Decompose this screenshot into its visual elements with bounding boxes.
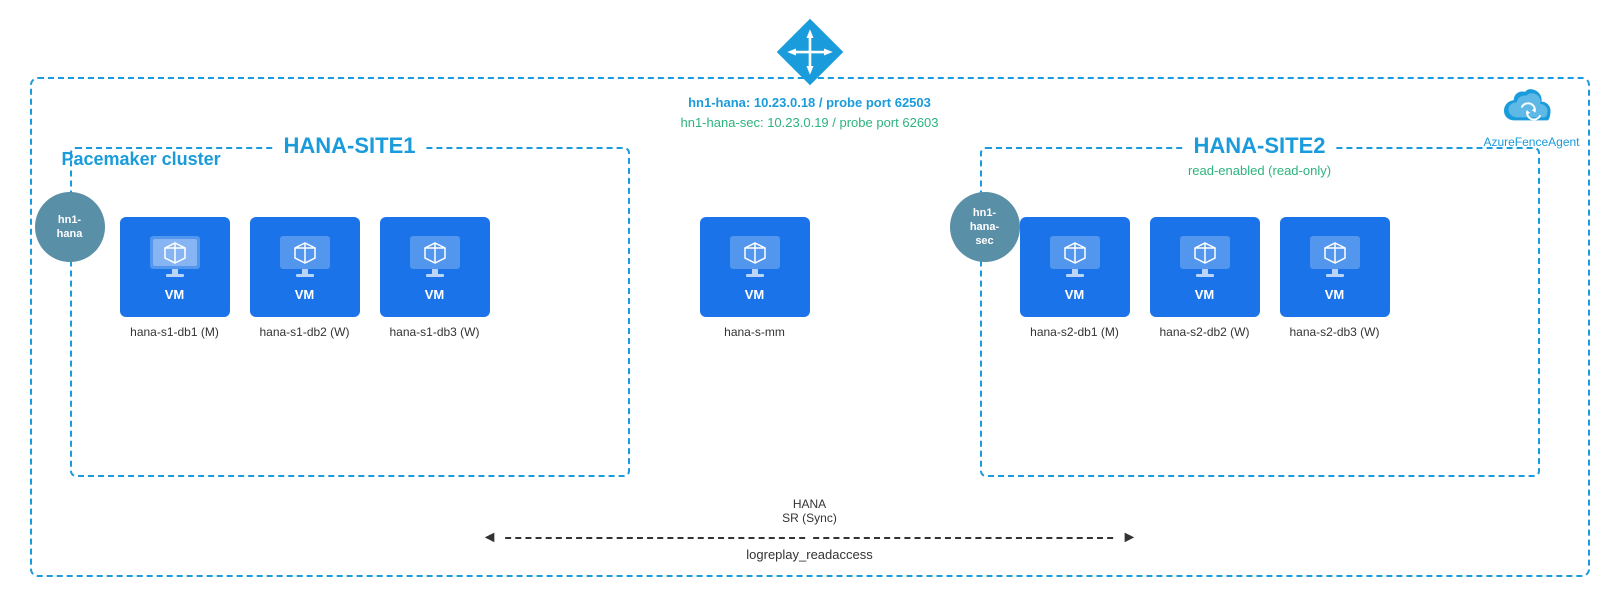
- hana-sr-line1: HANA: [793, 497, 826, 511]
- cloud-icon: [1501, 87, 1561, 135]
- vm-box-middle: VM: [700, 217, 810, 317]
- vm-label-s1db1: VM: [165, 287, 185, 302]
- read-enabled-label: read-enabled (read-only): [1188, 163, 1331, 178]
- vm-name-s2db3: hana-s2-db3 (W): [1289, 325, 1379, 339]
- vm-box-s2db3: VM: [1280, 217, 1390, 317]
- vm-box-s2db2: VM: [1150, 217, 1260, 317]
- fence-agent: AzureFenceAgent: [1483, 87, 1579, 149]
- vip-circle-site1: hn1-hana: [35, 192, 105, 262]
- vm-box-s1db1: VM: [120, 217, 230, 317]
- vip1-label: hn1-hana: [57, 213, 83, 242]
- vm-label-s2db2: VM: [1195, 287, 1215, 302]
- vm-box-s1db3: VM: [380, 217, 490, 317]
- monitor-icon-s2db2: [1175, 233, 1235, 283]
- vm-name-s1db2: hana-s1-db2 (W): [259, 325, 349, 339]
- dashed-line-right: [814, 537, 1114, 539]
- monitor-icon-s1db2: [275, 233, 335, 283]
- arrow-left-icon: ◄: [482, 529, 498, 547]
- vm-card-s1db1: VM hana-s1-db1 (M): [120, 217, 230, 339]
- vm-box-s1db2: VM: [250, 217, 360, 317]
- vm-name-s1db3: hana-s1-db3 (W): [389, 325, 479, 339]
- hana-sr-line2: SR (Sync): [782, 511, 837, 525]
- vm-card-s1db3: VM hana-s1-db3 (W): [380, 217, 490, 339]
- vip2-label: hn1-hana-sec: [970, 206, 999, 249]
- site1-title: HANA-SITE1: [273, 133, 425, 159]
- vm-box-s2db1: VM: [1020, 217, 1130, 317]
- vm-card-s2db3: VM hana-s2-db3 (W): [1280, 217, 1390, 339]
- vm-name-s1db1: hana-s1-db1 (M): [130, 325, 219, 339]
- vm-name-middle: hana-s-mm: [724, 325, 785, 339]
- monitor-icon-middle: [725, 233, 785, 283]
- hana-sr-labels: HANA SR (Sync): [782, 497, 837, 525]
- vm-label-s1db2: VM: [295, 287, 315, 302]
- dashed-line-left: [506, 537, 806, 539]
- vm-label-s2db1: VM: [1065, 287, 1085, 302]
- vm-card-s1db2: VM hana-s1-db2 (W): [250, 217, 360, 339]
- vm-name-s2db1: hana-s2-db1 (M): [1030, 325, 1119, 339]
- monitor-icon-s2db3: [1305, 233, 1365, 283]
- monitor-icon-s1db1: [145, 233, 205, 283]
- monitor-icon-s1db3: [405, 233, 465, 283]
- vip-circle-site2: hn1-hana-sec: [950, 192, 1020, 262]
- vm-name-s2db2: hana-s2-db2 (W): [1159, 325, 1249, 339]
- arrow-right-icon: ►: [1122, 529, 1138, 547]
- hana-sr-section: HANA SR (Sync) ◄ ► logreplay_readaccess: [482, 497, 1138, 562]
- vm-card-middle: VM hana-s-mm: [700, 217, 810, 339]
- hana-sr-line3: logreplay_readaccess: [746, 547, 872, 562]
- vm-label-middle: VM: [745, 287, 765, 302]
- vm-group-site2: VM hana-s2-db1 (M) VM hana-s2-db2 (W): [1020, 217, 1390, 339]
- site2-title: HANA-SITE2: [1183, 133, 1335, 159]
- vm-card-s2db2: VM hana-s2-db2 (W): [1150, 217, 1260, 339]
- vm-card-s2db1: VM hana-s2-db1 (M): [1020, 217, 1130, 339]
- vm-label-s2db3: VM: [1325, 287, 1345, 302]
- hana-sr-arrow: ◄ ►: [482, 529, 1138, 547]
- monitor-icon-s2db1: [1045, 233, 1105, 283]
- vm-label-s1db3: VM: [425, 287, 445, 302]
- diagram-wrapper: hn1-hana: 10.23.0.18 / probe port 62503 …: [20, 17, 1600, 587]
- vm-group-site1: VM hana-s1-db1 (M) VM hana-s1-db2 (W): [120, 217, 490, 339]
